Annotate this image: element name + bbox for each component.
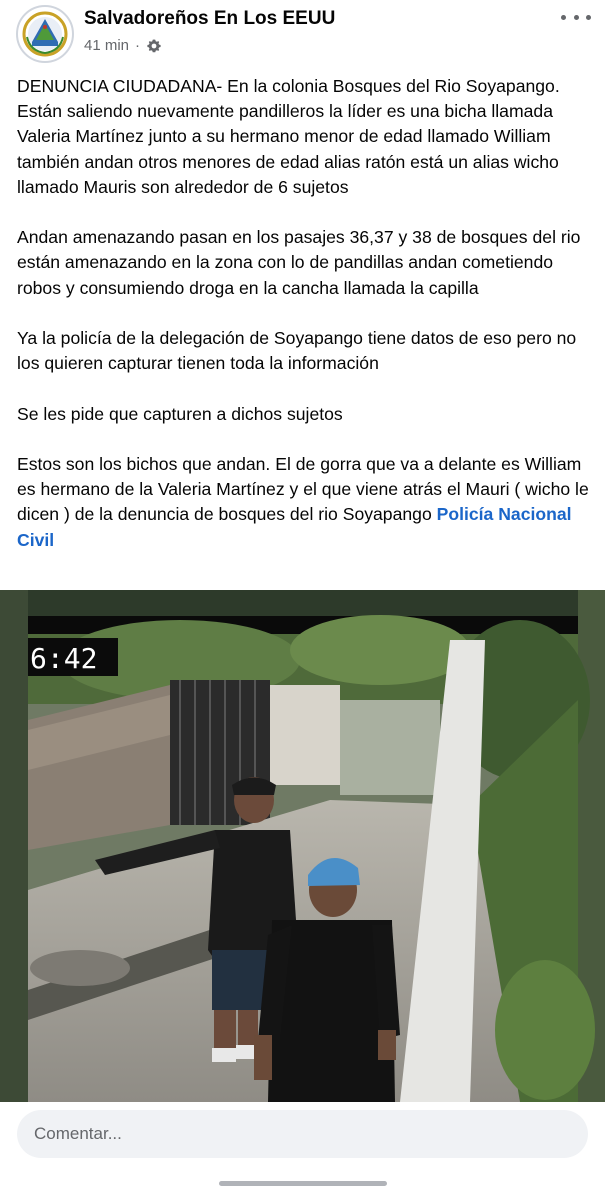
post-paragraph-last: Estos son los bichos que andan. El de go… — [17, 452, 592, 553]
ellipsis-dot — [573, 14, 579, 20]
ellipsis-horizontal-icon — [561, 14, 566, 20]
post-paragraph: Andan amenazando pasan en los pasajes 36… — [17, 227, 581, 298]
cctv-screenshot-image: 6:42 — [0, 590, 605, 1102]
post-meta: 41 min · — [84, 37, 162, 54]
post-body: DENUNCIA CIUDADANA- En la colonia Bosque… — [17, 74, 592, 553]
home-indicator[interactable] — [219, 1181, 387, 1186]
ellipsis-dot — [586, 14, 591, 20]
page-avatar[interactable] — [16, 5, 74, 63]
post-header: Salvadoreños En Los EEUU 41 min · — [0, 0, 605, 75]
post-paragraph: DENUNCIA CIUDADANA- En la colonia Bosque… — [17, 76, 560, 197]
comment-placeholder: Comentar... — [34, 1124, 122, 1143]
gear-icon — [147, 39, 161, 52]
more-options-button[interactable] — [561, 6, 591, 28]
post-time[interactable]: 41 min — [84, 37, 129, 54]
comment-input[interactable]: Comentar... — [17, 1110, 588, 1158]
video-timestamp: 6:42 — [30, 642, 97, 675]
post-photo[interactable]: 6:42 — [0, 590, 605, 1102]
page-name[interactable]: Salvadoreños En Los EEUU — [84, 8, 335, 30]
meta-separator: · — [135, 37, 141, 54]
el-salvador-coat-of-arms-icon — [19, 8, 71, 60]
post-paragraph: Ya la policía de la delegación de Soyapa… — [17, 328, 577, 374]
post-paragraph: Se les pide que capturen a dichos sujeto… — [17, 403, 343, 424]
